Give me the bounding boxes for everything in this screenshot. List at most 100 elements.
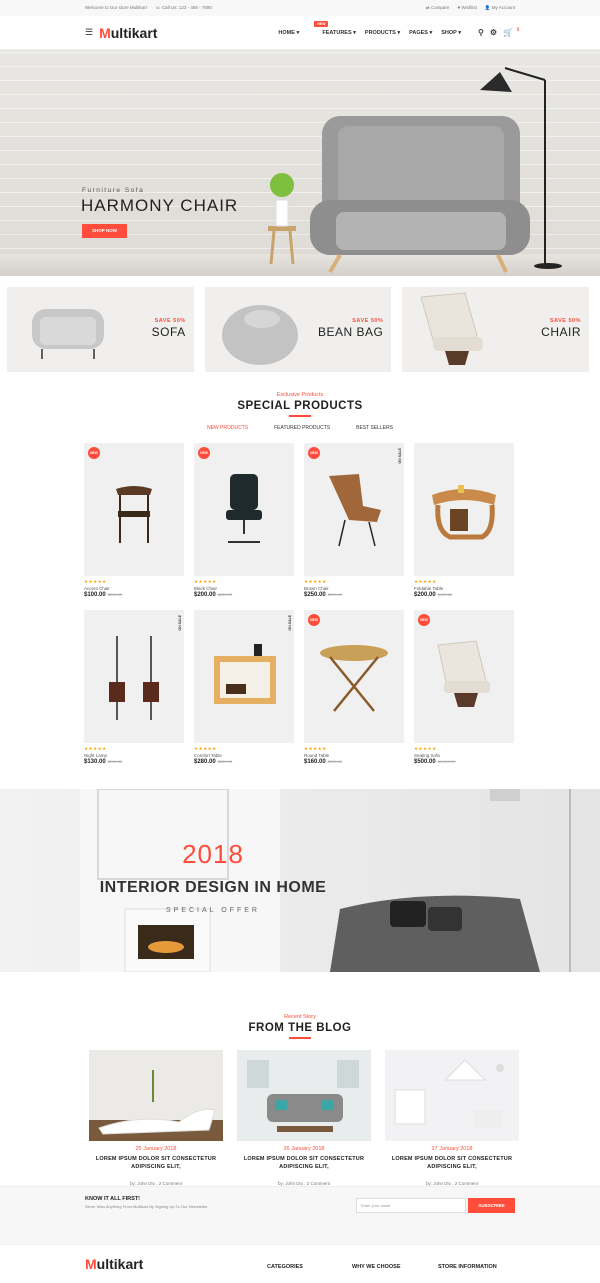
top-bar: Welcome to Our store Multikart ☏ Call Us… bbox=[0, 0, 600, 16]
product-card[interactable]: NEW ★★★★★ Black Chair $200.00 $400.00 bbox=[194, 443, 294, 603]
on-sale-label: ON SALE bbox=[398, 448, 402, 464]
tab-new-products[interactable]: NEW PRODUCTS bbox=[207, 425, 248, 431]
nav-features[interactable]: NEWFEATURES ▾ bbox=[308, 20, 356, 36]
new-badge: NEW bbox=[88, 447, 100, 459]
new-tag: NEW bbox=[314, 20, 329, 27]
product-price: $100.00 $260.00 bbox=[84, 592, 123, 598]
footer-logo[interactable]: Multikart bbox=[85, 1256, 143, 1272]
new-badge: NEW bbox=[308, 614, 320, 626]
product-image[interactable]: NEW bbox=[84, 443, 184, 576]
product-name[interactable]: Black Chair bbox=[194, 586, 294, 591]
product-name[interactable]: Seating Sofa bbox=[414, 753, 514, 758]
nav-shop[interactable]: SHOP ▾ bbox=[441, 30, 461, 36]
armchair-image bbox=[268, 67, 562, 274]
blog-image[interactable] bbox=[237, 1050, 371, 1141]
footer-why-we-choose: WHY WE CHOOSE bbox=[352, 1264, 401, 1270]
product-image[interactable]: NEW ON SALE bbox=[304, 443, 404, 576]
product-image[interactable]: ON SALE bbox=[194, 610, 294, 743]
product-grid-row-2: ON SALE ★★★★★ Night Lamp $130.00 $260.00 … bbox=[84, 610, 514, 770]
phone-text: ☏ Call Us: 123 - 456 - 7890 bbox=[154, 5, 212, 10]
shop-now-button[interactable]: SHOP NOW bbox=[82, 224, 127, 238]
product-name[interactable]: Foldable Table bbox=[414, 586, 514, 591]
product-price: $200.00 $400.00 bbox=[194, 592, 233, 598]
newsletter-heading: KNOW IT ALL FIRST! bbox=[85, 1196, 140, 1202]
interior-design-banner: 2018 INTERIOR DESIGN IN HOME SPECIAL OFF… bbox=[0, 789, 600, 972]
on-sale-label: ON SALE bbox=[288, 615, 292, 631]
wishlist-link[interactable]: ♥ Wishlist bbox=[457, 5, 476, 11]
settings-icon[interactable]: ⚙ bbox=[490, 28, 497, 37]
footer-categories: CATEGORIES bbox=[267, 1264, 303, 1270]
product-grid-row-1: NEW ★★★★★ Accent Chair $100.00 $260.00 NE… bbox=[84, 443, 514, 603]
product-name[interactable]: Brown Chair bbox=[304, 586, 404, 591]
sofa-image bbox=[32, 309, 104, 359]
blog-post[interactable]: 26 January 2018 LOREM IPSUM DOLOR SIT CO… bbox=[237, 1050, 371, 1186]
blog-post[interactable]: 27 January 2018 LOREM IPSUM DOLOR SIT CO… bbox=[385, 1050, 519, 1186]
blog-image[interactable] bbox=[89, 1050, 223, 1141]
account-link[interactable]: 👤 My Account bbox=[485, 5, 515, 11]
product-price: $160.00 $300.00 bbox=[304, 759, 343, 765]
product-card[interactable]: ON SALE ★★★★★ Comfort Table $280.00 $300.… bbox=[194, 610, 294, 770]
cart-count: 0 bbox=[517, 27, 519, 31]
blog-title[interactable]: LOREM IPSUM DOLOR SIT CONSECTETUR ADIPIS… bbox=[385, 1155, 519, 1171]
lounge-chair-image bbox=[420, 292, 484, 365]
banner-year: 2018 bbox=[182, 839, 244, 869]
product-price: $200.00 $400.00 bbox=[414, 592, 453, 598]
product-image[interactable]: NEW bbox=[414, 610, 514, 743]
footer-store-information: STORE INFORMATION bbox=[438, 1264, 497, 1270]
bean-bag-image bbox=[221, 305, 298, 365]
search-icon[interactable]: ⚲ bbox=[478, 28, 484, 37]
product-card[interactable]: ON SALE ★★★★★ Night Lamp $130.00 $260.00 bbox=[84, 610, 184, 770]
banner-title: INTERIOR DESIGN IN HOME bbox=[99, 879, 327, 896]
blog-title[interactable]: LOREM IPSUM DOLOR SIT CONSECTETUR ADIPIS… bbox=[89, 1155, 223, 1171]
logo[interactable]: Multikart bbox=[99, 25, 157, 41]
product-card[interactable]: NEW ★★★★★ Seating Sofa $500.00 $1,000.00 bbox=[414, 610, 514, 770]
tab-best-sellers[interactable]: BEST SELLERS bbox=[356, 425, 393, 431]
nav-home[interactable]: HOME ▾ bbox=[278, 30, 299, 36]
category-sofa[interactable]: SAVE 50% SOFA bbox=[7, 287, 194, 372]
product-price: $130.00 $260.00 bbox=[84, 759, 123, 765]
product-name[interactable]: Round Table bbox=[304, 753, 404, 758]
product-card[interactable]: ★★★★★ Foldable Table $200.00 $400.00 bbox=[414, 443, 514, 603]
tab-featured-products[interactable]: FEATURED PRODUCTS bbox=[274, 425, 330, 431]
hero-subtitle: Furniture Sofa bbox=[82, 187, 145, 194]
product-name[interactable]: Accent Chair bbox=[84, 586, 184, 591]
main-header: ☰ Multikart HOME ▾ NEWFEATURES ▾ PRODUCT… bbox=[0, 16, 600, 50]
blog-post[interactable]: 25 January 2018 LOREM IPSUM DOLOR SIT CO… bbox=[89, 1050, 223, 1186]
special-products-heading: Exclusive Products SPECIAL PRODUCTS bbox=[0, 392, 600, 417]
product-card[interactable]: NEW ★★★★★ Accent Chair $100.00 $260.00 bbox=[84, 443, 184, 603]
product-card[interactable]: NEW ★★★★★ Round Table $160.00 $300.00 bbox=[304, 610, 404, 770]
blog-image[interactable] bbox=[385, 1050, 519, 1141]
nav-pages[interactable]: PAGES ▾ bbox=[409, 30, 432, 36]
welcome-text: Welcome to Our store Multikart bbox=[85, 5, 147, 10]
product-price: $280.00 $300.00 bbox=[194, 759, 233, 765]
hero-title: HARMONY CHAIR bbox=[81, 196, 239, 215]
product-image[interactable]: NEW bbox=[194, 443, 294, 576]
blog-title[interactable]: LOREM IPSUM DOLOR SIT CONSECTETUR ADIPIS… bbox=[237, 1155, 371, 1171]
main-nav: HOME ▾ NEWFEATURES ▾ PRODUCTS ▾ PAGES ▾ … bbox=[278, 20, 519, 37]
subscribe-button[interactable]: SUBSCRIBE bbox=[468, 1198, 515, 1213]
product-name[interactable]: Night Lamp bbox=[84, 753, 184, 758]
product-card[interactable]: NEW ON SALE ★★★★★ Brown Chair $250.00 $30… bbox=[304, 443, 404, 603]
category-banners: SAVE 50% SOFA SAVE 50% BEAN BAG SAVE 50%… bbox=[7, 287, 590, 372]
compare-link[interactable]: ⇄ Compare bbox=[426, 5, 450, 11]
menu-icon[interactable]: ☰ bbox=[85, 27, 93, 38]
blog-list: 25 January 2018 LOREM IPSUM DOLOR SIT CO… bbox=[89, 1050, 523, 1186]
newsletter-section: KNOW IT ALL FIRST! Never Miss Anything F… bbox=[0, 1186, 600, 1245]
new-badge: NEW bbox=[418, 614, 430, 626]
newsletter-subtext: Never Miss Anything From Multikart By Si… bbox=[85, 1204, 209, 1209]
banner-subtitle: SPECIAL OFFER bbox=[166, 907, 260, 914]
email-input[interactable]: Enter your email bbox=[356, 1198, 466, 1213]
product-image[interactable]: NEW bbox=[304, 610, 404, 743]
new-badge: NEW bbox=[308, 447, 320, 459]
product-name[interactable]: Comfort Table bbox=[194, 753, 294, 758]
product-tabs: NEW PRODUCTS FEATURED PRODUCTS BEST SELL… bbox=[0, 425, 600, 431]
product-image[interactable] bbox=[414, 443, 514, 576]
new-badge: NEW bbox=[198, 447, 210, 459]
blog-heading: Recent Story FROM THE BLOG bbox=[0, 1014, 600, 1039]
category-chair[interactable]: SAVE 50% CHAIR bbox=[402, 287, 590, 372]
nav-products[interactable]: PRODUCTS ▾ bbox=[365, 30, 400, 36]
category-bean-bag[interactable]: SAVE 50% BEAN BAG bbox=[204, 287, 392, 372]
product-price: $250.00 $300.00 bbox=[304, 592, 343, 598]
product-image[interactable]: ON SALE bbox=[84, 610, 184, 743]
cart-icon[interactable]: 🛒 0 bbox=[503, 27, 519, 37]
